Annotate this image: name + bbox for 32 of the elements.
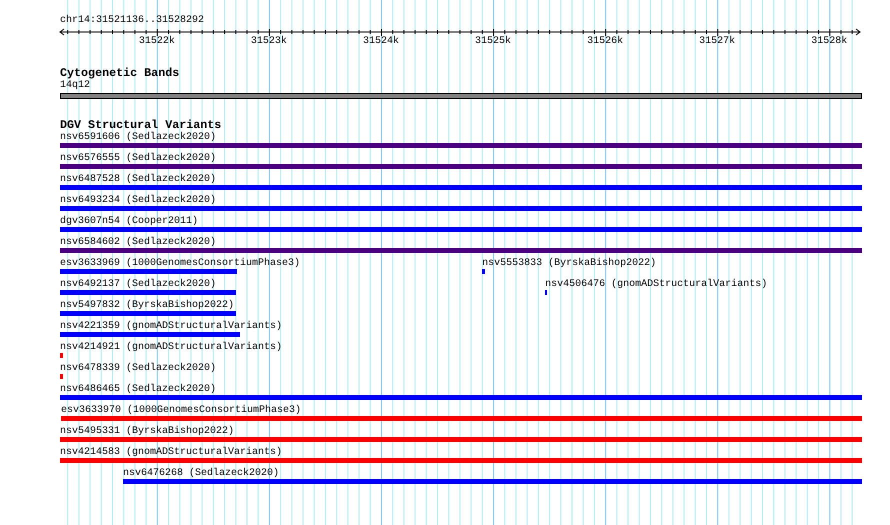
feature-label: nsv6576555 (Sedlazeck2020) [60, 153, 216, 165]
feature-label: nsv4214921 (gnomADStructuralVariants) [60, 342, 282, 354]
feature-label: nsv6478339 (Sedlazeck2020) [60, 363, 216, 375]
track-title: Cytogenetic Bands [60, 67, 180, 80]
feature-label: nsv6493234 (Sedlazeck2020) [60, 195, 216, 207]
feature-label: nsv6487528 (Sedlazeck2020) [60, 174, 216, 186]
feature-label: nsv6591606 (Sedlazeck2020) [60, 132, 216, 144]
band-label: 14q12 [60, 80, 90, 92]
region-title: chr14:31521136..31528292 [60, 15, 204, 27]
ruler-tick-label: 31524k [362, 36, 399, 48]
ruler-tick-label: 31522k [138, 36, 175, 48]
feature-label: nsv4214583 (gnomADStructuralVariants) [60, 447, 282, 459]
ruler-tick-label: 31527k [699, 36, 736, 48]
ruler-tick-label: 31528k [811, 36, 848, 48]
feature-label: nsv5553833 (ByrskaBishop2022) [482, 258, 656, 270]
track-title: DGV Structural Variants [60, 119, 222, 132]
feature-bar[interactable] [545, 290, 548, 295]
feature-label: dgv3607n54 (Cooper2011) [60, 216, 198, 228]
ruler-tick-label: 31523k [250, 36, 287, 48]
feature-label: nsv5495331 (ByrskaBishop2022) [60, 426, 234, 438]
feature-label: esv3633969 (1000GenomesConsortiumPhase3) [60, 258, 300, 270]
ruler-tick-label: 31525k [475, 36, 512, 48]
feature-label: nsv6476268 (Sedlazeck2020) [122, 468, 280, 480]
feature-label: nsv4221359 (gnomADStructuralVariants) [60, 321, 282, 333]
feature-label: nsv5497832 (ByrskaBishop2022) [60, 300, 234, 312]
ruler-tick-label: 31526k [587, 36, 624, 48]
feature-label: nsv6584602 (Sedlazeck2020) [60, 237, 216, 249]
feature-label: nsv6492137 (Sedlazeck2020) [60, 279, 216, 291]
feature-label: nsv6486465 (Sedlazeck2020) [60, 384, 216, 396]
feature-label: esv3633970 (1000GenomesConsortiumPhase3) [61, 405, 302, 417]
feature-bar[interactable] [482, 269, 486, 274]
feature-label: nsv4506476 (gnomADStructuralVariants) [545, 279, 768, 291]
